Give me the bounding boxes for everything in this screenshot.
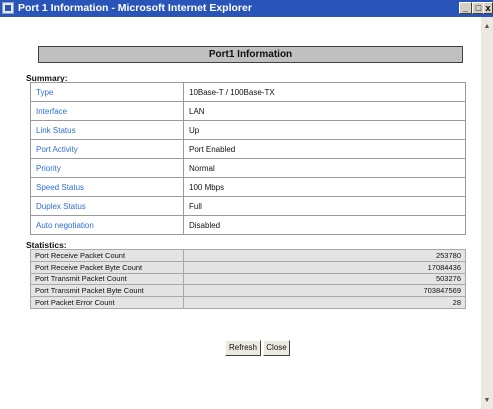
- row-label: Link Status: [30, 120, 184, 140]
- refresh-button[interactable]: Refresh: [225, 340, 261, 356]
- row-label: Port Receive Packet Count: [30, 249, 184, 262]
- window-titlebar: Port 1 Information - Microsoft Internet …: [0, 0, 493, 17]
- row-label: Port Transmit Packet Byte Count: [30, 284, 184, 298]
- window-title: Port 1 Information - Microsoft Internet …: [18, 2, 252, 14]
- table-row: Link Status Up: [30, 120, 466, 140]
- row-label: Port Receive Packet Byte Count: [30, 260, 184, 274]
- table-row: Priority Normal: [30, 158, 466, 178]
- row-value: 703847569: [183, 284, 466, 298]
- scroll-up-arrow-icon[interactable]: ▲: [481, 21, 493, 33]
- row-label: Auto negotiation: [30, 215, 184, 235]
- table-row: Port Packet Error Count 28: [30, 296, 466, 309]
- table-row: Interface LAN: [30, 101, 466, 121]
- table-row: Auto negotiation Disabled: [30, 215, 466, 235]
- row-value: Normal: [183, 158, 466, 178]
- row-value: 17084436: [183, 260, 466, 274]
- row-label: Duplex Status: [30, 196, 184, 216]
- minimize-button[interactable]: _: [459, 2, 472, 14]
- row-label: Port Packet Error Count: [30, 296, 184, 309]
- row-value: Up: [183, 120, 466, 140]
- table-row: Port Receive Packet Byte Count 17084436: [30, 260, 466, 274]
- table-row: Type 10Base-T / 100Base-TX: [30, 82, 466, 102]
- row-label: Priority: [30, 158, 184, 178]
- table-row: Port Transmit Packet Byte Count 703847569: [30, 284, 466, 298]
- table-row: Duplex Status Full: [30, 196, 466, 216]
- summary-table: Type 10Base-T / 100Base-TX Interface LAN Lin…: [30, 82, 466, 235]
- ie-page-icon: [2, 2, 14, 14]
- table-row: Port Transmit Packet Count 503276: [30, 272, 466, 286]
- table-row: Port Activity Port Enabled: [30, 139, 466, 159]
- row-value: 10Base-T / 100Base-TX: [183, 82, 466, 102]
- table-row: Speed Status 100 Mbps: [30, 177, 466, 197]
- close-window-button[interactable]: x: [483, 2, 493, 14]
- row-label: Type: [30, 82, 184, 102]
- table-row: Port Receive Packet Count 253780: [30, 249, 466, 262]
- page-title: Port1 Information: [38, 46, 463, 63]
- scroll-down-arrow-icon[interactable]: ▼: [481, 395, 493, 407]
- row-value: LAN: [183, 101, 466, 121]
- row-value: Disabled: [183, 215, 466, 235]
- row-label: Port Transmit Packet Count: [30, 272, 184, 286]
- row-label: Port Activity: [30, 139, 184, 159]
- row-value: 28: [183, 296, 466, 309]
- row-label: Interface: [30, 101, 184, 121]
- row-value: 503276: [183, 272, 466, 286]
- close-button[interactable]: Close: [263, 340, 290, 356]
- vertical-scrollbar[interactable]: ▲ ▼: [481, 17, 493, 409]
- row-value: 253780: [183, 249, 466, 262]
- row-value: Full: [183, 196, 466, 216]
- row-label: Speed Status: [30, 177, 184, 197]
- row-value: Port Enabled: [183, 139, 466, 159]
- row-value: 100 Mbps: [183, 177, 466, 197]
- statistics-table: Port Receive Packet Count 253780 Port Rece…: [30, 249, 466, 309]
